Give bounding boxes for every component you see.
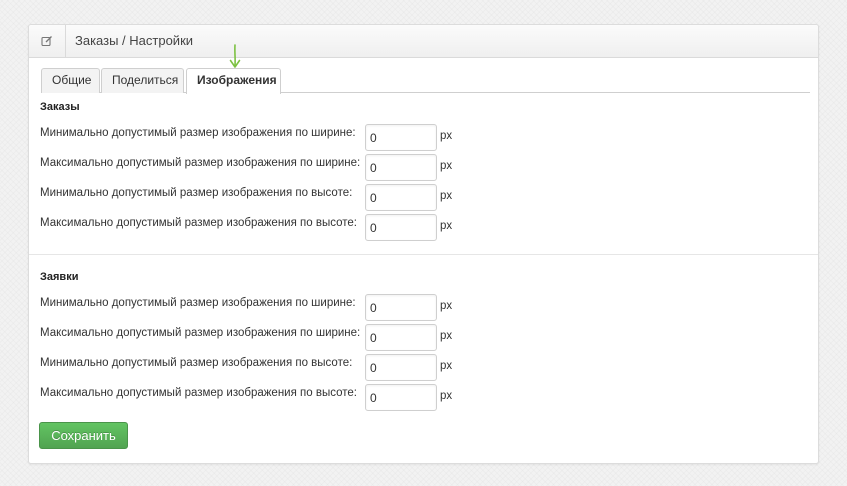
unit-label: px	[440, 220, 453, 232]
unit-label: px	[440, 330, 453, 342]
field-label: Минимально допустимый размер изображения…	[40, 357, 353, 369]
field-label: Максимально допустимый размер изображени…	[40, 327, 361, 339]
tab-general[interactable]: Общие	[41, 68, 100, 93]
tab-images[interactable]: Изображения	[186, 68, 281, 94]
unit-label: px	[440, 390, 453, 402]
tab-bar: Общие Поделиться Изображения	[41, 68, 810, 94]
save-button[interactable]: Сохранить	[39, 422, 128, 449]
field-label: Максимально допустимый размер изображени…	[40, 217, 357, 229]
unit-label: px	[440, 190, 453, 202]
max-height-input[interactable]	[365, 384, 437, 411]
section-divider	[29, 254, 818, 255]
settings-panel: Заказы / Настройки Общие Поделиться Изоб…	[28, 24, 819, 464]
field-label: Минимально допустимый размер изображения…	[40, 127, 356, 139]
max-height-input[interactable]	[365, 214, 437, 241]
unit-label: px	[440, 360, 453, 372]
unit-label: px	[440, 160, 453, 172]
field-label: Минимально допустимый размер изображения…	[40, 187, 353, 199]
field-label: Максимально допустимый размер изображени…	[40, 157, 361, 169]
arrow-down-icon	[229, 44, 241, 68]
max-width-input[interactable]	[365, 324, 437, 351]
min-width-input[interactable]	[365, 294, 437, 321]
section-title-requests: Заявки	[40, 271, 79, 283]
section-title-orders: Заказы	[40, 101, 80, 113]
page-title: Заказы / Настройки	[75, 33, 194, 48]
field-label: Максимально допустимый размер изображени…	[40, 387, 357, 399]
unit-label: px	[440, 130, 453, 142]
max-width-input[interactable]	[365, 154, 437, 181]
panel-header: Заказы / Настройки	[29, 25, 818, 58]
min-height-input[interactable]	[365, 184, 437, 211]
min-width-input[interactable]	[365, 124, 437, 151]
edit-icon	[29, 25, 66, 57]
tab-share[interactable]: Поделиться	[101, 68, 184, 93]
unit-label: px	[440, 300, 453, 312]
min-height-input[interactable]	[365, 354, 437, 381]
field-label: Минимально допустимый размер изображения…	[40, 297, 356, 309]
